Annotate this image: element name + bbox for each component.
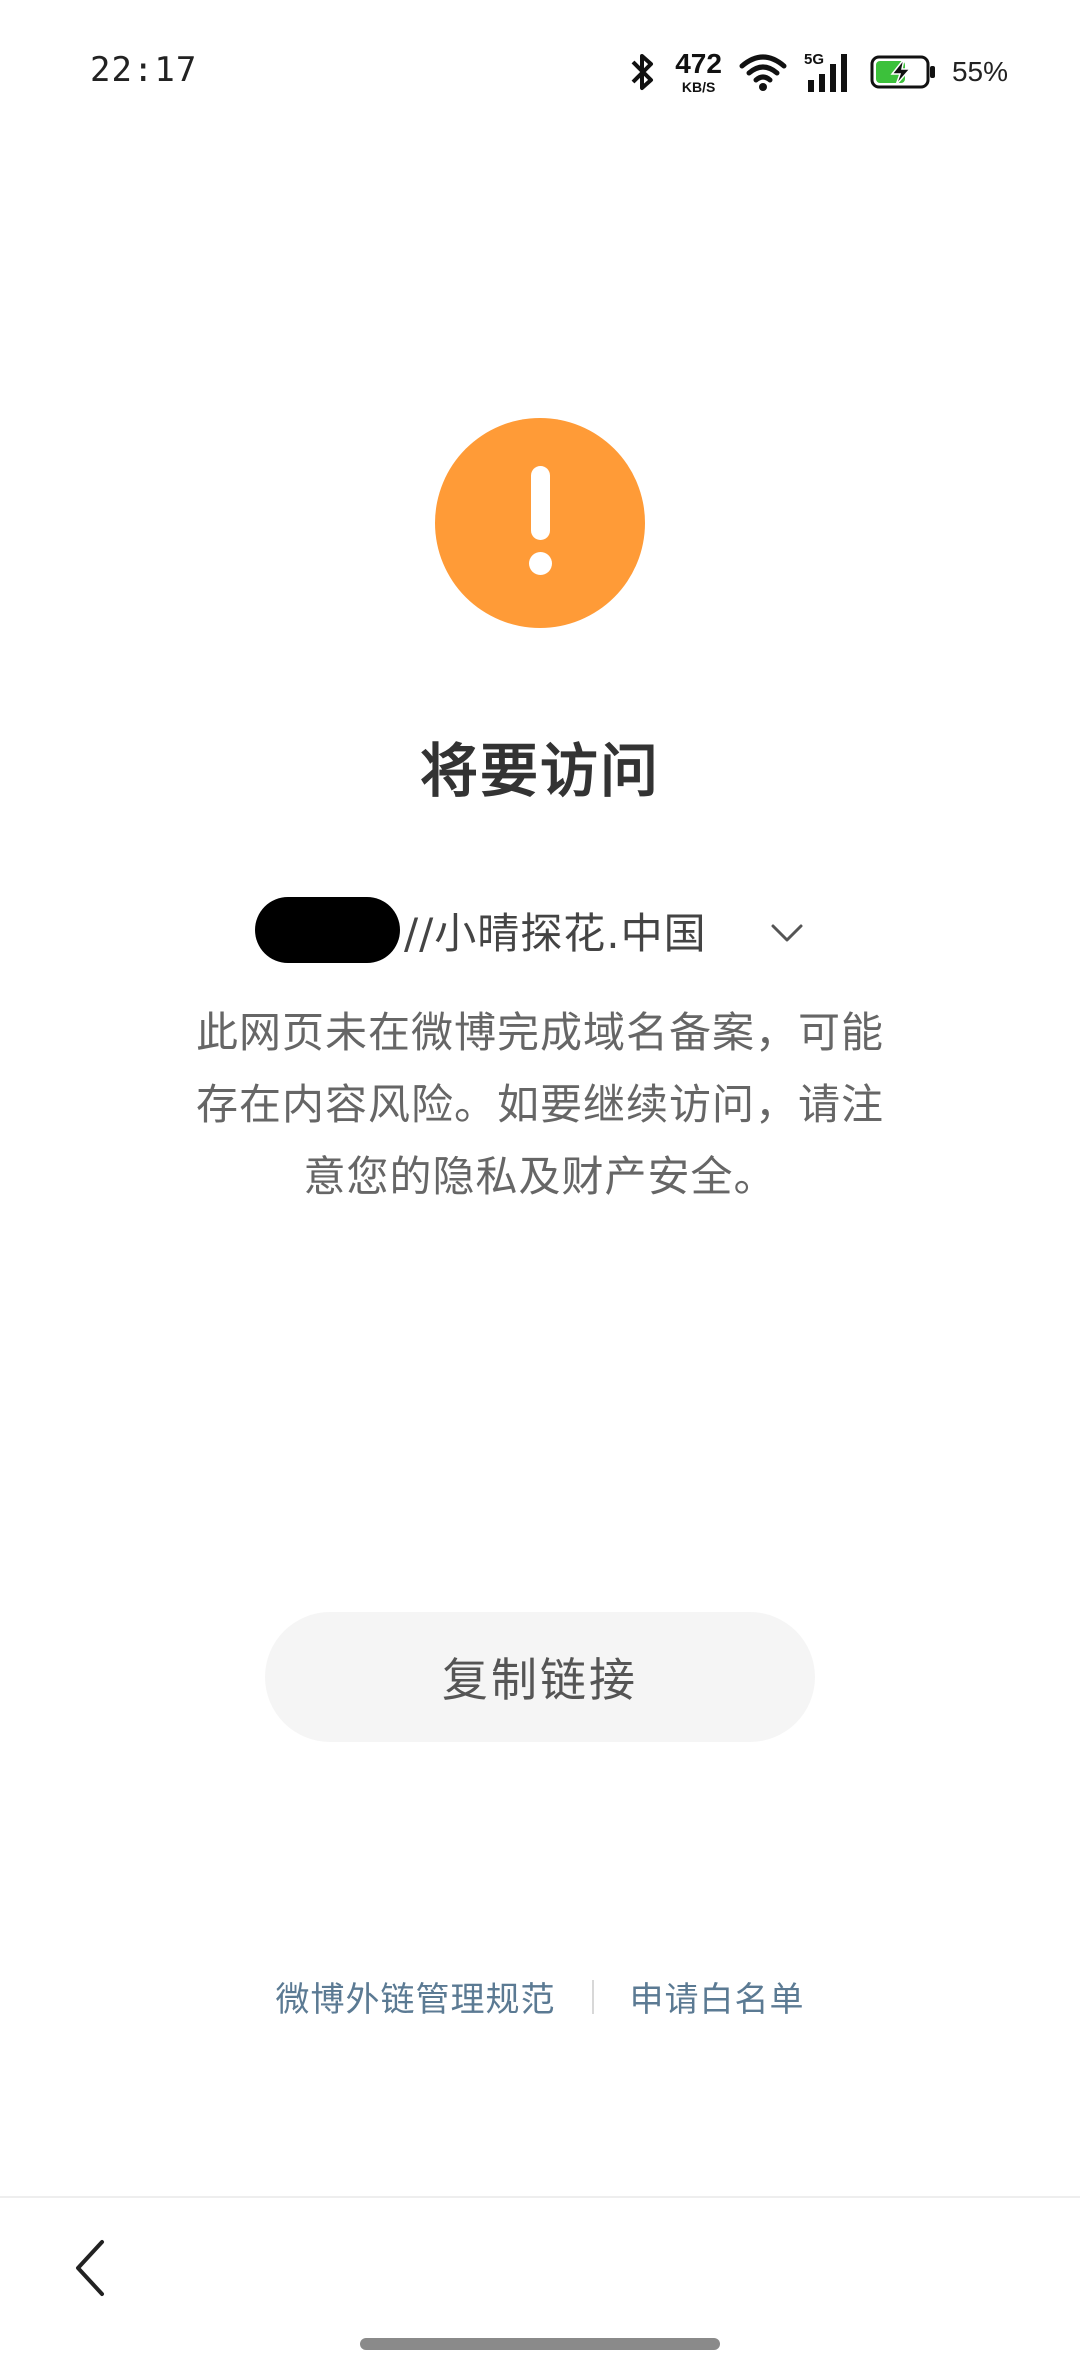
risk-description: 此网页未在微博完成域名备案，可能 存在内容风险。如要继续访问，请注 意您的隐私及… xyxy=(150,997,930,1213)
back-button[interactable] xyxy=(60,2228,120,2308)
exclamation-dot xyxy=(529,552,552,575)
battery-percent: 55% xyxy=(951,56,1008,87)
home-indicator[interactable] xyxy=(360,2338,720,2350)
status-bar: 22:17 472 KB/S 5G 55% xyxy=(0,0,1080,140)
bottom-nav-bar xyxy=(0,2196,1080,2375)
apply-whitelist-link[interactable]: 申请白名单 xyxy=(630,1972,805,2021)
back-arrow-icon xyxy=(76,2240,104,2296)
battery-charging-icon xyxy=(870,55,935,89)
net-speed-unit: KB/S xyxy=(681,79,716,95)
description-line-3: 意您的隐私及财产安全。 xyxy=(303,1152,777,1201)
copy-link-button[interactable]: 复制链接 xyxy=(265,1612,815,1742)
status-time: 22:17 xyxy=(90,50,198,90)
exclamation-bar xyxy=(531,466,550,540)
status-icons: 472 KB/S 5G 55% xyxy=(625,44,1008,100)
url-display: //小晴探花.中国 xyxy=(255,895,707,965)
description-line-2: 存在内容风险。如要继续访问，请注 xyxy=(195,1080,884,1129)
network-type-label: 5G xyxy=(804,51,824,68)
net-speed-indicator: 472 KB/S xyxy=(675,48,722,95)
wifi-icon xyxy=(739,54,787,91)
footer-links: 微博外链管理规范 申请白名单 xyxy=(0,1972,1080,2021)
page-title: 将要访问 xyxy=(419,737,660,805)
url-text: //小晴探花.中国 xyxy=(404,908,707,958)
warning-exclamation-icon xyxy=(435,418,645,628)
cellular-signal-icon: 5G xyxy=(804,51,847,92)
description-line-1: 此网页未在微博完成域名备案，可能 xyxy=(195,1008,884,1057)
footer-divider xyxy=(591,1979,594,2014)
bluetooth-icon xyxy=(631,54,654,90)
net-speed-value: 472 xyxy=(675,48,722,79)
external-link-rules-link[interactable]: 微博外链管理规范 xyxy=(276,1972,556,2021)
chevron-down-icon[interactable] xyxy=(765,910,809,954)
redaction-mark xyxy=(255,897,400,963)
